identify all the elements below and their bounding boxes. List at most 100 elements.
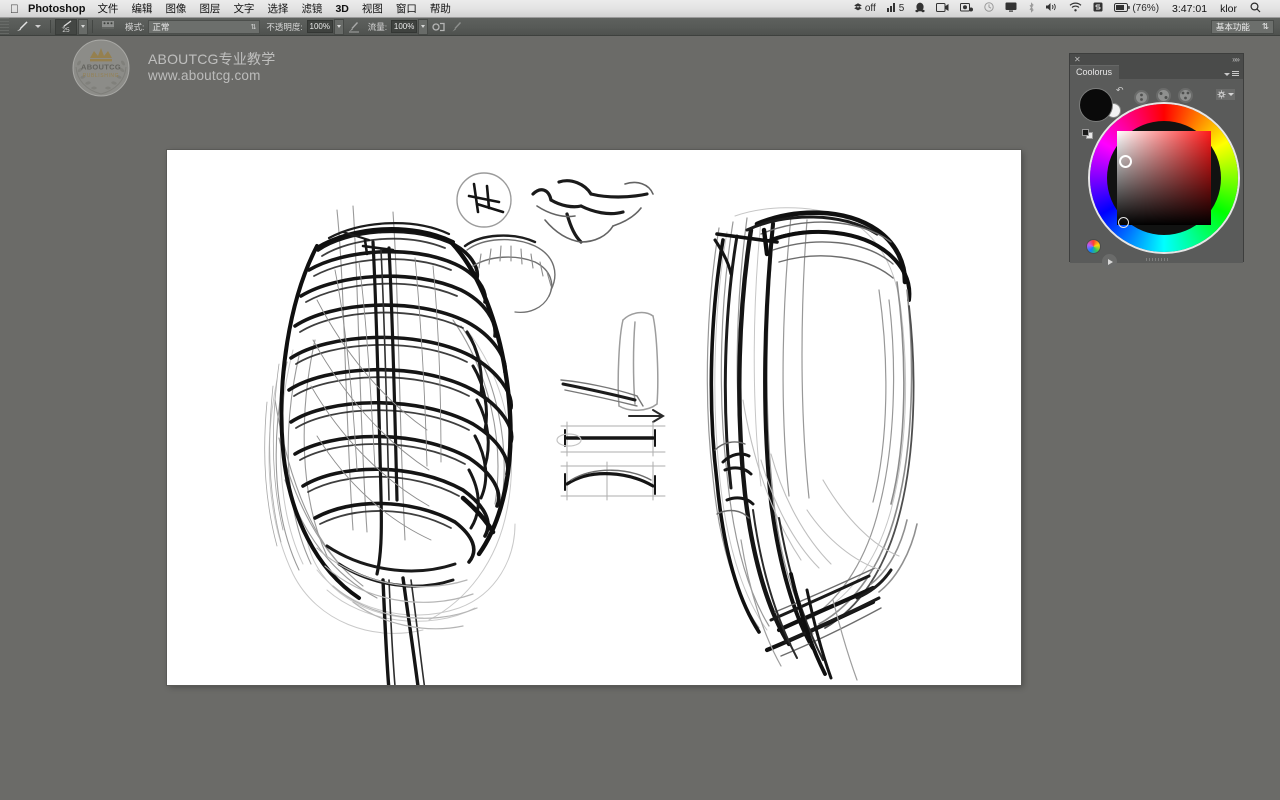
flow-label: 流量: — [367, 21, 388, 32]
battery-status-item[interactable]: (76%) — [1114, 2, 1160, 15]
workspace-chevron-icon: ⇅ — [1261, 21, 1269, 31]
menu-help[interactable]: 帮助 — [430, 1, 451, 16]
aboutcg-watermark: ABOUTCG PUBLISHING ABOUTCG专业教学 www.about… — [68, 38, 275, 98]
opacity-value: 100% — [309, 22, 330, 31]
pressure-opacity-icon[interactable] — [347, 19, 362, 34]
volume-status-item[interactable] — [1046, 2, 1058, 15]
blend-mode-select[interactable]: 正常 ⇅ — [148, 19, 261, 34]
wifi-status-item[interactable] — [1069, 2, 1082, 15]
meter-status-label: 5 — [898, 3, 905, 14]
opacity-label: 不透明度: — [266, 21, 303, 32]
blend-mode-label: 模式: — [125, 21, 145, 32]
clock-icon — [984, 2, 995, 15]
bluetooth-icon — [1028, 1, 1035, 16]
color-wheel-icon[interactable] — [1086, 239, 1101, 254]
aboutcg-laurel-badge: ABOUTCG PUBLISHING — [68, 38, 134, 98]
video-camera-icon — [936, 2, 949, 15]
harmony-analogous-icon[interactable] — [1178, 88, 1193, 103]
options-separator — [50, 20, 51, 33]
menu-layer[interactable]: 图层 — [199, 1, 220, 16]
panel-menu-bars-icon — [1232, 71, 1239, 77]
qq-status-item[interactable] — [915, 2, 925, 16]
menu-file[interactable]: 文件 — [97, 1, 118, 16]
panel-resize-grip[interactable] — [1145, 258, 1168, 261]
options-bar-right-group: 基本功能 ⇅ — [1210, 19, 1274, 34]
penguin-icon — [915, 2, 925, 16]
volume-icon — [1046, 2, 1058, 15]
menu-filter[interactable]: 滤镜 — [301, 1, 322, 16]
color-wheel[interactable] — [1090, 104, 1238, 252]
flow-value: 100% — [393, 22, 415, 31]
screen-record-status-item[interactable] — [936, 2, 949, 15]
photoshop-options-bar: 25 模式: 正常 ⇅ 不透明度: 100% 流量: 100% 基本功能 ⇅ — [0, 17, 1280, 36]
menu-type[interactable]: 文字 — [233, 1, 254, 16]
collapse-panel-icon[interactable]: »» — [1232, 55, 1240, 64]
brush-size-value: 25 — [62, 26, 70, 34]
screenshot-status-item[interactable] — [960, 2, 974, 15]
saturation-value-selector-marker[interactable] — [1118, 217, 1129, 228]
coolorus-title-bar[interactable]: ✕ »» — [1070, 54, 1243, 65]
dropbox-icon — [853, 2, 863, 15]
workspace-select[interactable]: 基本功能 ⇅ — [1210, 19, 1274, 34]
tool-preset-chevron-icon[interactable] — [35, 25, 41, 28]
flow-slider-chevron-icon[interactable] — [418, 18, 429, 35]
menu-view[interactable]: 视图 — [362, 1, 383, 16]
menu-image[interactable]: 图像 — [165, 1, 186, 16]
brush-panel-toggle-icon[interactable] — [97, 19, 119, 34]
battery-icon — [1114, 2, 1131, 15]
spotlight-search-icon[interactable] — [1250, 1, 1261, 16]
bar-meter-icon — [886, 2, 897, 15]
settings-gear-icon[interactable] — [1215, 88, 1236, 101]
coolorus-tab-row: Coolorus — [1070, 65, 1243, 79]
timemachine-status-item[interactable] — [984, 2, 995, 15]
menu-bar-user[interactable]: klor — [1220, 3, 1237, 15]
camera-plus-icon — [960, 2, 974, 15]
battery-percent-label: (76%) — [1132, 3, 1160, 14]
default-fg-chip — [1082, 129, 1089, 136]
display-status-item[interactable] — [1005, 2, 1017, 15]
sogou-input-status-item[interactable] — [1093, 2, 1103, 15]
menu-bar-clock[interactable]: 3:47:01 — [1172, 3, 1207, 15]
bluetooth-status-item[interactable] — [1028, 1, 1035, 16]
airbrush-icon[interactable] — [431, 19, 446, 34]
play-icon[interactable] — [1102, 254, 1117, 269]
flow-value-input[interactable]: 100% — [391, 20, 418, 33]
options-bar-grip[interactable] — [0, 17, 9, 36]
pressure-size-icon[interactable] — [449, 19, 464, 34]
ribcage-anatomy-sketch — [167, 150, 1021, 685]
close-icon[interactable]: ✕ — [1074, 55, 1081, 64]
svg-text:ABOUTCG: ABOUTCG — [81, 63, 121, 72]
menu-3d[interactable]: 3D — [335, 3, 348, 15]
opacity-slider-chevron-icon[interactable] — [333, 18, 344, 35]
apple-icon[interactable]:  — [10, 3, 19, 15]
dropbox-status-item[interactable]: off — [853, 2, 876, 15]
input-method-icon — [1093, 2, 1103, 15]
menu-window[interactable]: 窗口 — [396, 1, 417, 16]
harmony-complementary-icon[interactable] — [1156, 88, 1171, 103]
dropbox-status-label: off — [864, 3, 876, 14]
chevron-updown-icon: ⇅ — [250, 23, 257, 31]
hue-selector-marker[interactable] — [1119, 155, 1132, 168]
tab-coolorus[interactable]: Coolorus — [1070, 65, 1120, 79]
brush-preset-chevron-icon[interactable] — [78, 18, 88, 35]
active-app-name[interactable]: Photoshop — [28, 3, 85, 15]
opacity-value-input[interactable]: 100% — [306, 20, 333, 33]
gear-caret-icon — [1228, 93, 1234, 96]
meter-status-item[interactable]: 5 — [886, 2, 905, 15]
wifi-icon — [1069, 2, 1082, 15]
brush-preset-picker[interactable]: 25 — [55, 18, 77, 35]
watermark-line-2: www.aboutcg.com — [148, 68, 261, 84]
brush-tool-icon[interactable] — [11, 19, 33, 34]
menu-select[interactable]: 选择 — [267, 1, 288, 16]
menu-edit[interactable]: 编辑 — [131, 1, 152, 16]
display-icon — [1005, 2, 1017, 15]
macos-menu-bar:  Photoshop 文件 编辑 图像 图层 文字 选择 滤镜 3D 视图 窗… — [0, 0, 1280, 18]
panel-menu-icon[interactable] — [1224, 71, 1243, 79]
harmony-monochromatic-icon[interactable] — [1134, 90, 1149, 105]
swap-colors-icon[interactable]: ↷ — [1116, 85, 1124, 96]
coolorus-panel[interactable]: ✕ »» Coolorus ↷ — [1069, 53, 1244, 269]
watermark-line-1: ABOUTCG专业教学 — [148, 50, 276, 67]
saturation-value-square[interactable] — [1117, 131, 1211, 225]
menu-bar-status-items: off 5 (76%) 3:47:01 klor — [842, 1, 1270, 16]
photoshop-document-canvas[interactable] — [167, 150, 1021, 685]
